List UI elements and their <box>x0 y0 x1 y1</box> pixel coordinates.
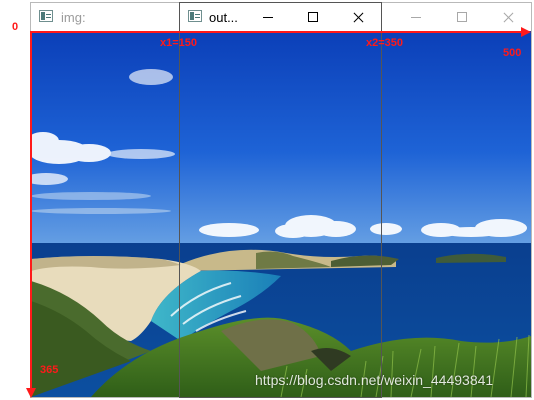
output-window[interactable]: out... <box>179 2 382 398</box>
x1-label: x1=150 <box>160 37 198 49</box>
x2-label: x2=350 <box>366 37 404 49</box>
origin-label: 0 <box>12 21 19 33</box>
image-window-icon <box>188 10 202 22</box>
maximize-icon[interactable] <box>290 3 336 32</box>
minimize-icon[interactable] <box>245 3 291 32</box>
output-window-titlebar[interactable]: out... <box>180 3 381 32</box>
width-label: 500 <box>503 47 522 59</box>
height-label: 365 <box>40 364 59 376</box>
image-window-icon <box>39 10 53 22</box>
close-icon[interactable] <box>485 3 531 32</box>
close-icon[interactable] <box>335 3 381 32</box>
watermark-text: https://blog.csdn.net/weixin_44493841 <box>255 372 494 388</box>
img-window-title: img: <box>61 10 86 25</box>
output-window-title: out... <box>209 10 238 25</box>
minimize-icon[interactable] <box>393 3 439 32</box>
maximize-icon[interactable] <box>439 3 485 32</box>
